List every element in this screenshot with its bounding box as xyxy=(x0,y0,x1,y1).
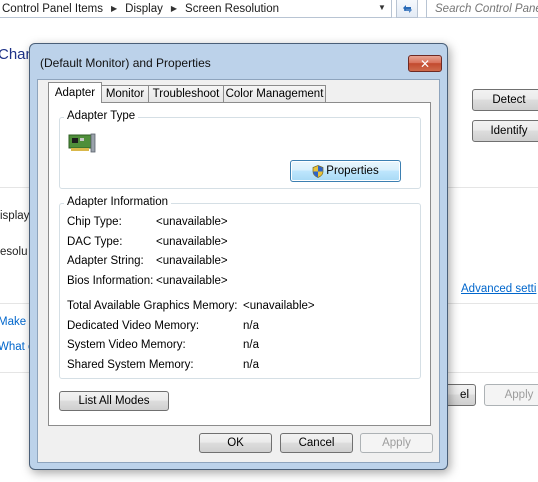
detect-button[interactable]: Detect xyxy=(472,89,538,111)
address-dropdown-icon[interactable]: ▼ xyxy=(378,3,386,12)
make-text-larger-link[interactable]: Make t xyxy=(0,316,33,328)
bios-information-value: <unavailable> xyxy=(156,275,228,287)
display-adapter-icon xyxy=(68,133,96,153)
dac-type-label: DAC Type: xyxy=(67,236,123,248)
adapter-string-label: Adapter String: xyxy=(67,255,144,267)
adapter-string-value: <unavailable> xyxy=(156,255,228,267)
dialog-title: (Default Monitor) and Properties xyxy=(40,56,211,70)
close-button[interactable]: ✕ xyxy=(408,55,442,72)
identify-button[interactable]: Identify xyxy=(472,120,538,142)
shared-system-memory-label: Shared System Memory: xyxy=(67,359,194,371)
apply-button[interactable]: Apply xyxy=(360,433,433,453)
search-input[interactable] xyxy=(427,2,538,15)
adapter-type-label: Adapter Type xyxy=(64,110,139,122)
close-icon: ✕ xyxy=(419,56,431,71)
ok-button[interactable]: OK xyxy=(199,433,272,453)
adapter-properties-button[interactable]: Properties xyxy=(290,160,401,182)
resolution-label: esolu xyxy=(0,246,28,258)
total-graphics-memory-label: Total Available Graphics Memory: xyxy=(67,300,238,312)
breadcrumb-display[interactable]: Display xyxy=(125,3,163,15)
chip-type-value: <unavailable> xyxy=(156,216,228,228)
adapter-type-group: Adapter Type Properties xyxy=(59,110,421,189)
adapter-information-group: Adapter Information Chip Type: <unavaila… xyxy=(59,196,421,379)
dedicated-video-memory-value: n/a xyxy=(243,320,259,332)
advanced-settings-link[interactable]: Advanced setti xyxy=(461,283,536,295)
refresh-icon xyxy=(402,4,412,13)
properties-button-label: Properties xyxy=(326,165,379,177)
adapter-information-label: Adapter Information xyxy=(64,196,172,208)
breadcrumb-control-panel-items[interactable]: Control Panel Items xyxy=(2,3,103,15)
tab-troubleshoot[interactable]: Troubleshoot xyxy=(148,85,224,102)
tab-monitor[interactable]: Monitor xyxy=(101,85,149,102)
list-all-modes-button[interactable]: List All Modes xyxy=(59,391,169,411)
shared-system-memory-value: n/a xyxy=(243,359,259,371)
tab-adapter[interactable]: Adapter xyxy=(48,82,102,103)
address-bar-region: Control Panel Items ▶ Display ▶ Screen R… xyxy=(0,0,538,18)
breadcrumb-separator-icon[interactable]: ▶ xyxy=(171,4,177,13)
properties-dialog: (Default Monitor) and Properties ✕ Adapt… xyxy=(29,43,448,470)
cancel-button[interactable]: Cancel xyxy=(280,433,353,453)
adapter-tab-panel: Adapter Type Properties Adapter Informat… xyxy=(48,102,431,426)
bios-information-label: Bios Information: xyxy=(67,275,154,287)
chip-type-label: Chip Type: xyxy=(67,216,122,228)
dedicated-video-memory-label: Dedicated Video Memory: xyxy=(67,320,200,332)
dac-type-value: <unavailable> xyxy=(156,236,228,248)
system-video-memory-value: n/a xyxy=(243,339,259,351)
tab-color-management[interactable]: Color Management xyxy=(223,85,326,102)
search-box[interactable] xyxy=(426,0,538,18)
breadcrumb-separator-icon[interactable]: ▶ xyxy=(111,4,117,13)
dialog-client-area: Adapter Monitor Troubleshoot Color Manag… xyxy=(37,79,440,463)
display-label: isplay xyxy=(0,210,30,222)
system-video-memory-label: System Video Memory: xyxy=(67,339,186,351)
total-graphics-memory-value: <unavailable> xyxy=(243,300,315,312)
breadcrumb[interactable]: Control Panel Items ▶ Display ▶ Screen R… xyxy=(0,0,392,18)
refresh-button[interactable] xyxy=(396,0,418,18)
background-apply-button[interactable]: Apply xyxy=(484,384,538,406)
uac-shield-icon xyxy=(312,164,324,178)
breadcrumb-screen-resolution[interactable]: Screen Resolution xyxy=(185,3,279,15)
